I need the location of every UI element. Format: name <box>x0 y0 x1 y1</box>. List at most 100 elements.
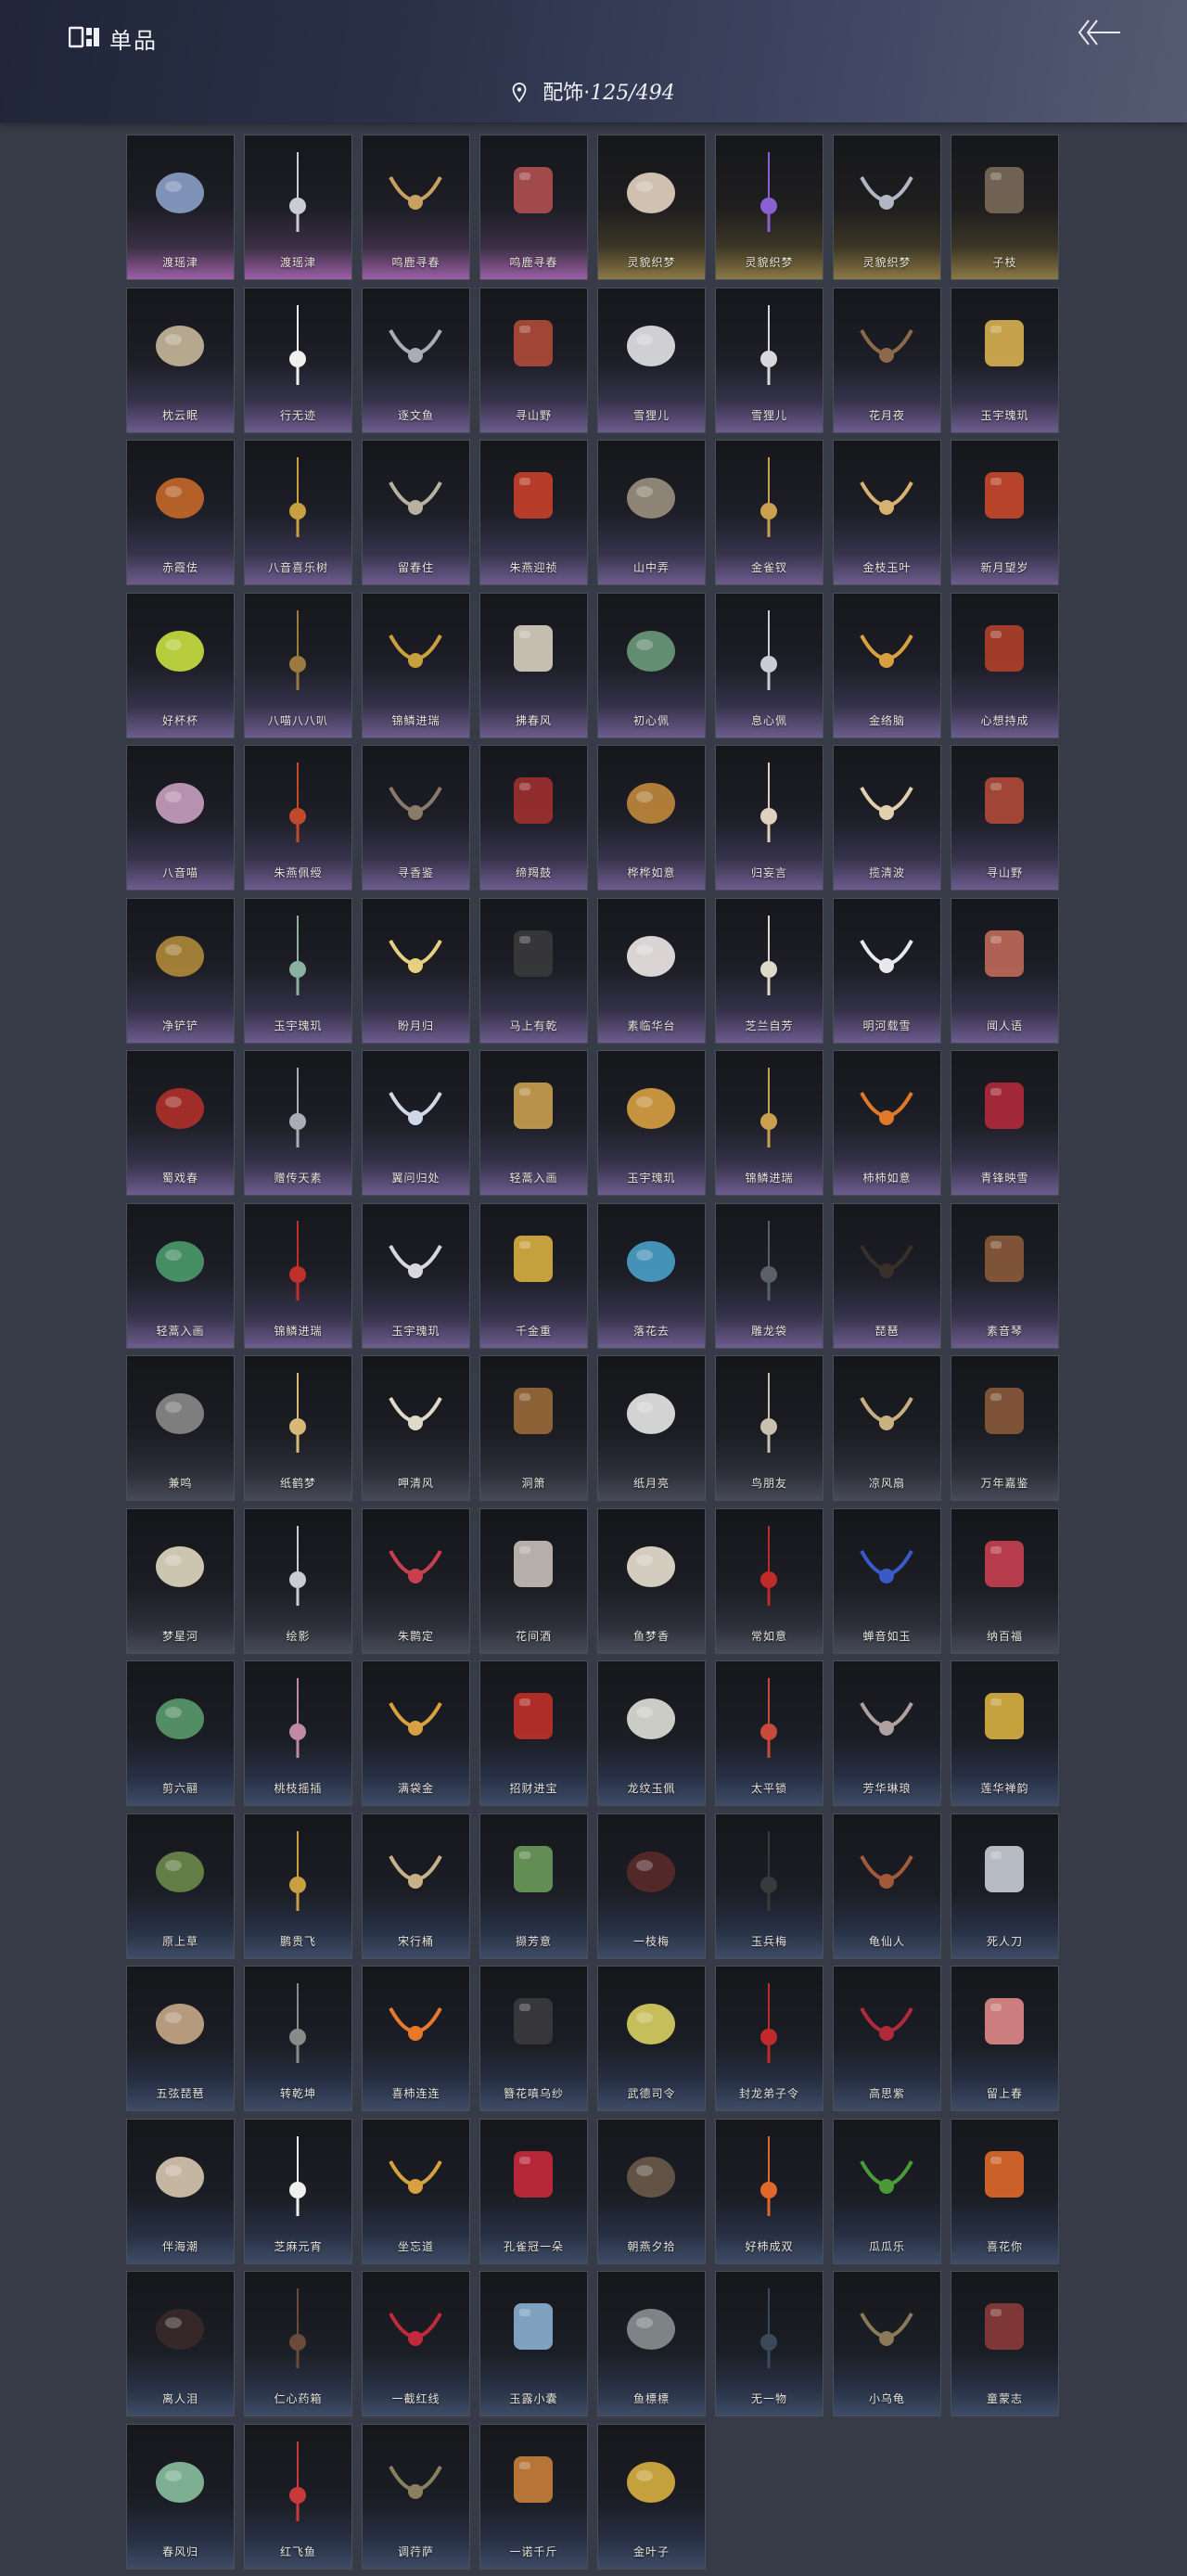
item-card[interactable]: 息心佩 <box>715 592 823 738</box>
item-card[interactable]: 鸣鹿寻春 <box>479 135 588 280</box>
item-card[interactable]: 金枝玉叶 <box>833 440 941 585</box>
item-card[interactable]: 八喵八八叭 <box>244 592 352 738</box>
item-card[interactable]: 剪六翮 <box>126 1660 235 1806</box>
item-card[interactable]: 闻人语 <box>951 897 1059 1044</box>
item-card[interactable]: 鱼梦香 <box>597 1507 706 1654</box>
item-card[interactable]: 封龙弟子令 <box>715 1966 823 2111</box>
item-card[interactable]: 初心佩 <box>597 592 706 738</box>
item-card[interactable]: 枕云眠 <box>126 287 235 433</box>
item-card[interactable]: 灵貌织梦 <box>715 135 823 280</box>
item-card[interactable]: 寻香鉴 <box>362 745 470 891</box>
item-card[interactable]: 凉风扇 <box>833 1355 941 1501</box>
item-card[interactable]: 留春住 <box>362 440 470 585</box>
item-card[interactable]: 玉露小囊 <box>479 2271 588 2416</box>
item-card[interactable]: 鹏贵飞 <box>244 1813 352 1959</box>
item-card[interactable]: 寻山野 <box>479 287 588 433</box>
back-arrow-icon[interactable] <box>1078 17 1122 48</box>
item-card[interactable]: 龟仙人 <box>833 1813 941 1959</box>
item-card[interactable]: 龙纹玉佩 <box>597 1660 706 1806</box>
item-card[interactable]: 死人刀 <box>951 1813 1059 1959</box>
item-card[interactable]: 绘影 <box>244 1507 352 1654</box>
item-card[interactable]: 拂春风 <box>479 592 588 738</box>
item-card[interactable]: 马上有乾 <box>479 897 588 1044</box>
item-card[interactable]: 素临华台 <box>597 897 706 1044</box>
item-card[interactable]: 灵貌织梦 <box>597 135 706 280</box>
item-card[interactable]: 常如意 <box>715 1507 823 1654</box>
item-card[interactable]: 纳百福 <box>951 1507 1059 1654</box>
item-card[interactable]: 轻蒿入画 <box>126 1202 235 1349</box>
item-card[interactable]: 赠传天素 <box>244 1050 352 1196</box>
item-card[interactable]: 兼鸣 <box>126 1355 235 1501</box>
item-card[interactable]: 赤霞佉 <box>126 440 235 585</box>
item-card[interactable]: 簪花嗔乌纱 <box>479 1966 588 2111</box>
item-card[interactable]: 八音喵 <box>126 745 235 891</box>
item-card[interactable]: 一枝梅 <box>597 1813 706 1959</box>
item-card[interactable]: 渡瑶津 <box>244 135 352 280</box>
item-card[interactable]: 洞箫 <box>479 1355 588 1501</box>
item-card[interactable]: 锦鳞进瑞 <box>244 1202 352 1349</box>
item-card[interactable]: 灵貌织梦 <box>833 135 941 280</box>
item-card[interactable]: 瓜瓜乐 <box>833 2118 941 2264</box>
item-card[interactable]: 锦鳞进瑞 <box>715 1050 823 1196</box>
item-card[interactable]: 无一物 <box>715 2271 823 2416</box>
item-card[interactable]: 青锋映雪 <box>951 1050 1059 1196</box>
item-card[interactable]: 红飞鱼 <box>244 2423 352 2570</box>
item-card[interactable]: 轻蒿入画 <box>479 1050 588 1196</box>
item-card[interactable]: 归妄言 <box>715 745 823 891</box>
item-card[interactable]: 转乾坤 <box>244 1966 352 2111</box>
item-card[interactable]: 朱燕迎祯 <box>479 440 588 585</box>
item-card[interactable]: 纸月亮 <box>597 1355 706 1501</box>
item-card[interactable]: 八音喜乐树 <box>244 440 352 585</box>
item-card[interactable]: 雪狸儿 <box>715 287 823 433</box>
item-card[interactable]: 满袋金 <box>362 1660 470 1806</box>
item-card[interactable]: 孔雀冠一朵 <box>479 2118 588 2264</box>
item-card[interactable]: 素音琴 <box>951 1202 1059 1349</box>
item-card[interactable]: 仁心药箱 <box>244 2271 352 2416</box>
item-card[interactable]: 春风归 <box>126 2423 235 2570</box>
item-card[interactable]: 玉宇瑰玑 <box>244 897 352 1044</box>
item-card[interactable]: 花月夜 <box>833 287 941 433</box>
item-card[interactable]: 朱鹮定 <box>362 1507 470 1654</box>
item-card[interactable]: 朱燕佩绶 <box>244 745 352 891</box>
item-card[interactable]: 桦桦如意 <box>597 745 706 891</box>
item-card[interactable]: 锦鳞进瑞 <box>362 592 470 738</box>
item-card[interactable]: 伴海潮 <box>126 2118 235 2264</box>
item-card[interactable]: 行无迹 <box>244 287 352 433</box>
item-card[interactable]: 缔羯鼓 <box>479 745 588 891</box>
item-card[interactable]: 武德司令 <box>597 1966 706 2111</box>
item-card[interactable]: 撷芳意 <box>479 1813 588 1959</box>
item-card[interactable]: 芝麻元宵 <box>244 2118 352 2264</box>
item-card[interactable]: 山中弄 <box>597 440 706 585</box>
item-card[interactable]: 鱼標標 <box>597 2271 706 2416</box>
item-card[interactable]: 寻山野 <box>951 745 1059 891</box>
item-card[interactable]: 高思紫 <box>833 1966 941 2111</box>
item-card[interactable]: 新月望岁 <box>951 440 1059 585</box>
item-card[interactable]: 招财进宝 <box>479 1660 588 1806</box>
item-card[interactable]: 金络脑 <box>833 592 941 738</box>
item-card[interactable]: 喜花你 <box>951 2118 1059 2264</box>
item-card[interactable]: 太平锁 <box>715 1660 823 1806</box>
item-card[interactable]: 原上草 <box>126 1813 235 1959</box>
item-card[interactable]: 莲华禅韵 <box>951 1660 1059 1806</box>
item-card[interactable]: 鸣鹿寻春 <box>362 135 470 280</box>
category-filter[interactable]: 配饰·125/494 <box>0 76 1187 106</box>
item-card[interactable]: 万年嘉鉴 <box>951 1355 1059 1501</box>
item-card[interactable]: 柿柿如意 <box>833 1050 941 1196</box>
item-card[interactable]: 童蒙志 <box>951 2271 1059 2416</box>
item-card[interactable]: 琵琶 <box>833 1202 941 1349</box>
item-card[interactable]: 调荇萨 <box>362 2423 470 2570</box>
item-card[interactable]: 渡瑶津 <box>126 135 235 280</box>
item-card[interactable]: 梦星河 <box>126 1507 235 1654</box>
item-card[interactable]: 呷清风 <box>362 1355 470 1501</box>
item-card[interactable]: 朝燕夕拾 <box>597 2118 706 2264</box>
item-card[interactable]: 纸鹤梦 <box>244 1355 352 1501</box>
item-card[interactable]: 盼月归 <box>362 897 470 1044</box>
item-card[interactable]: 金叶子 <box>597 2423 706 2570</box>
item-card[interactable]: 桃枝摇插 <box>244 1660 352 1806</box>
item-card[interactable]: 翼问归处 <box>362 1050 470 1196</box>
item-card[interactable]: 喜柿连连 <box>362 1966 470 2111</box>
item-card[interactable]: 一截红线 <box>362 2271 470 2416</box>
item-card[interactable]: 雕龙袋 <box>715 1202 823 1349</box>
item-card[interactable]: 明河载雪 <box>833 897 941 1044</box>
item-card[interactable]: 鸟朋友 <box>715 1355 823 1501</box>
